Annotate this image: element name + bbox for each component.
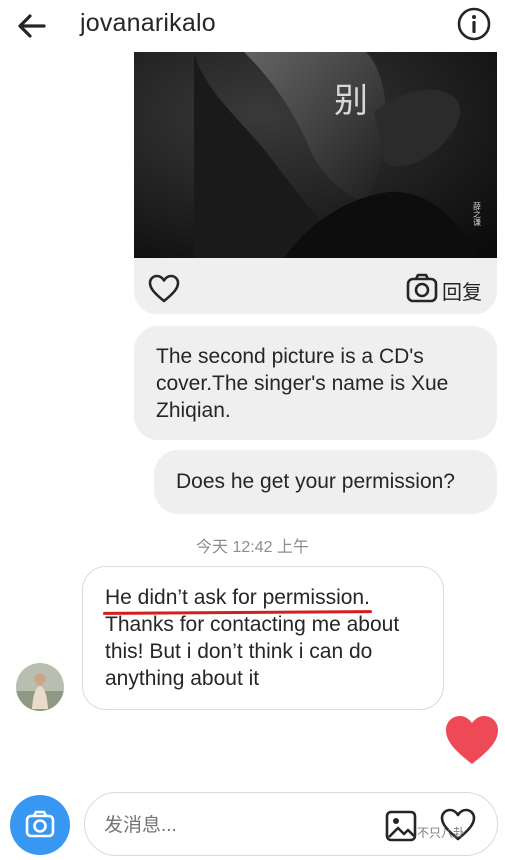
- avatar[interactable]: [16, 663, 64, 711]
- message-input[interactable]: [104, 815, 364, 837]
- heart-outline-icon[interactable]: [148, 274, 180, 304]
- shared-post-image[interactable]: 别 薛之谦: [134, 52, 497, 258]
- arrow-left-icon[interactable]: [14, 10, 50, 42]
- sent-message-bubble[interactable]: Does he get your permission?: [154, 450, 497, 514]
- camera-icon: [25, 810, 55, 838]
- cover-side-text: 薛之谦: [473, 201, 482, 227]
- image-icon[interactable]: [384, 809, 418, 843]
- message-timestamp: 今天 12:42 上午: [196, 539, 309, 556]
- chat-header: jovanarikalo: [0, 0, 505, 52]
- cover-title-text: 别: [334, 81, 368, 121]
- shared-post-card[interactable]: 别 薛之谦 回复: [134, 52, 497, 314]
- camera-icon[interactable]: [406, 273, 438, 303]
- received-message-bubble[interactable]: He didn’t ask for permission. Thanks for…: [82, 566, 444, 710]
- watermark-text: 不只八卦: [417, 826, 466, 840]
- sent-message-bubble[interactable]: The second picture is a CD's cover.The s…: [134, 326, 497, 440]
- camera-button[interactable]: [10, 795, 70, 855]
- heart-filled-icon[interactable]: [444, 714, 500, 768]
- reply-button[interactable]: 回复: [442, 276, 482, 305]
- info-circle-icon[interactable]: [456, 6, 492, 42]
- received-message-text: Thanks for contacting me about this! But…: [105, 613, 400, 690]
- received-message-first-line: He didn’t ask for permission.: [105, 586, 370, 609]
- chat-username[interactable]: jovanarikalo: [80, 9, 216, 38]
